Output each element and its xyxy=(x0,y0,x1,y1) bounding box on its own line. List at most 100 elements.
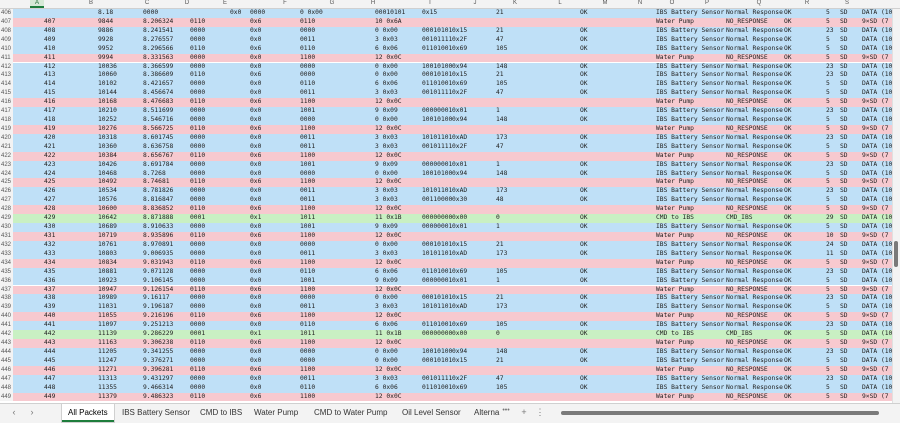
table-cell[interactable]: OK xyxy=(784,250,792,259)
table-cell[interactable]: 5 xyxy=(826,393,830,402)
table-cell[interactable]: 0110 xyxy=(190,259,205,268)
table-cell[interactable]: 0011 xyxy=(300,303,315,312)
table-cell[interactable]: 0000 xyxy=(190,134,205,143)
table-cell[interactable]: 422 xyxy=(44,152,55,161)
table-cell[interactable]: 5 xyxy=(826,45,830,54)
table-row[interactable]: 412 412 10036 8.366599 0000 0x0 0000 0 0x00 1001… xyxy=(0,62,893,72)
table-cell[interactable]: Normal Response xyxy=(726,268,783,277)
table-cell[interactable]: Normal Response xyxy=(726,161,783,170)
table-cell[interactable]: 409 xyxy=(44,36,55,45)
table-cell[interactable]: 8.636758 xyxy=(143,143,173,152)
table-cell[interactable]: 0000 xyxy=(190,54,205,63)
table-cell[interactable]: 0110 xyxy=(190,312,205,321)
table-cell[interactable]: OK xyxy=(784,205,792,214)
table-cell[interactable]: 412 xyxy=(44,63,55,72)
table-row[interactable]: 423 423 10426 8.691784 0000 0x0 1001 9 0x09 0000… xyxy=(0,160,893,170)
table-cell[interactable]: 10276 xyxy=(98,125,117,134)
table-cell[interactable]: 9×SD (7 xyxy=(862,54,889,63)
table-cell[interactable]: 00101111 xyxy=(422,143,452,152)
table-cell[interactable]: 47 xyxy=(496,36,504,45)
table-cell[interactable]: 0110 xyxy=(190,98,205,107)
table-row[interactable]: 436 436 10923 9.106145 0000 0x0 1001 9 0x09 0000… xyxy=(0,276,893,286)
table-cell[interactable]: 0x0 xyxy=(250,170,261,179)
table-cell[interactable]: OK xyxy=(784,259,792,268)
table-cell[interactable]: 0xAD xyxy=(452,187,467,196)
table-cell[interactable]: 0000 xyxy=(300,170,315,179)
table-row[interactable]: 408 408 9886 8.241541 0000 0x0 0000 0 0x00 00010… xyxy=(0,26,893,36)
table-cell[interactable]: 430 xyxy=(44,223,55,232)
table-cell[interactable]: 1011 xyxy=(300,214,315,223)
table-cell[interactable]: OK xyxy=(784,134,792,143)
table-cell[interactable]: 0x0 xyxy=(250,277,261,286)
table-cell[interactable]: SD xyxy=(840,116,848,125)
table-row[interactable]: 444 444 11205 9.341255 0000 0x0 0000 0 0x00 1001… xyxy=(0,347,893,357)
table-cell[interactable]: 0000 xyxy=(190,294,205,303)
table-cell[interactable]: 9×SD (7 xyxy=(862,286,889,295)
table-cell[interactable]: 5 xyxy=(826,89,830,98)
sheet-tab-all-packets[interactable]: All Packets xyxy=(62,404,114,422)
table-cell[interactable]: OK xyxy=(580,303,588,312)
table-cell[interactable]: DATA (10 xyxy=(862,36,892,45)
table-cell[interactable]: OK xyxy=(784,241,792,250)
table-cell[interactable]: 01101001 xyxy=(422,45,452,54)
table-cell[interactable]: 449 xyxy=(44,393,55,402)
table-cell[interactable]: 12 0x0C xyxy=(375,393,402,402)
table-cell[interactable]: SD xyxy=(840,152,848,161)
table-cell[interactable]: NO_RESPONSE xyxy=(726,205,768,214)
table-cell[interactable]: 23 xyxy=(826,187,834,196)
table-cell[interactable]: IBS Battery Sensor xyxy=(656,241,724,250)
table-cell[interactable]: 173 xyxy=(496,303,507,312)
table-cell[interactable]: OK xyxy=(784,277,792,286)
table-cell[interactable]: 10803 xyxy=(98,250,117,259)
column-header-o[interactable]: O xyxy=(665,0,679,6)
table-cell[interactable]: 8.691784 xyxy=(143,161,173,170)
table-cell[interactable]: Normal Response xyxy=(726,116,783,125)
table-cell[interactable]: OK xyxy=(784,384,792,393)
table-cell[interactable]: 0000 xyxy=(300,348,315,357)
column-header-f[interactable]: F xyxy=(278,0,292,6)
table-cell[interactable]: SD xyxy=(840,107,848,116)
table-cell[interactable]: DATA (10 xyxy=(862,143,892,152)
table-cell[interactable]: SD xyxy=(840,241,848,250)
table-cell[interactable]: IBS Battery Sensor xyxy=(656,384,724,393)
table-cell[interactable]: 0000 xyxy=(190,321,205,330)
table-cell[interactable]: OK xyxy=(784,187,792,196)
table-cell[interactable]: CMD to IBS xyxy=(656,330,694,339)
table-cell[interactable]: 421 xyxy=(44,143,55,152)
table-cell[interactable]: SD xyxy=(840,286,848,295)
column-header-h[interactable]: H xyxy=(366,0,380,6)
table-cell[interactable]: 0 0x00 xyxy=(375,71,398,80)
table-cell[interactable]: 1 xyxy=(496,161,500,170)
table-cell[interactable]: 9994 xyxy=(98,54,113,63)
column-header-p[interactable]: P xyxy=(700,0,714,6)
table-cell[interactable]: 12 0x0C xyxy=(375,339,402,348)
table-cell[interactable]: 23 xyxy=(826,71,834,80)
table-cell[interactable]: 12 0x0C xyxy=(375,259,402,268)
table-cell[interactable]: SD xyxy=(840,294,848,303)
table-row[interactable]: 407 407 9844 8.206324 0110 0x6 0110 10 0x6A Wate… xyxy=(0,17,893,27)
table-cell[interactable]: 9×SD (7 xyxy=(862,98,889,107)
table-cell[interactable]: 105 xyxy=(496,384,507,393)
table-cell[interactable]: 0110 xyxy=(300,321,315,330)
table-cell[interactable]: SD xyxy=(840,357,848,366)
table-cell[interactable]: 0000 xyxy=(190,143,205,152)
table-cell[interactable]: OK xyxy=(784,161,792,170)
table-cell[interactable]: 9.376271 xyxy=(143,357,173,366)
table-cell[interactable]: 0000 xyxy=(300,71,315,80)
table-cell[interactable]: 9 0x09 xyxy=(375,277,398,286)
table-cell[interactable]: 1001 xyxy=(300,277,315,286)
table-cell[interactable]: Normal Response xyxy=(726,294,783,303)
table-cell[interactable]: SD xyxy=(840,45,848,54)
table-cell[interactable]: 9.106145 xyxy=(143,277,173,286)
table-cell[interactable]: Normal Response xyxy=(726,384,783,393)
table-cell[interactable]: 0000 xyxy=(300,357,315,366)
table-cell[interactable]: 8.511699 xyxy=(143,107,173,116)
table-cell[interactable]: 10101101 xyxy=(422,250,452,259)
table-cell[interactable]: 0110 xyxy=(190,286,205,295)
table-cell[interactable]: 0000 xyxy=(190,187,205,196)
table-cell[interactable]: 23 xyxy=(826,348,834,357)
table-cell[interactable]: 0x0 xyxy=(250,134,261,143)
table-cell[interactable]: Water Pump xyxy=(656,205,694,214)
table-cell[interactable]: 0x6 xyxy=(250,232,261,241)
table-cell[interactable]: IBS Battery Sensor xyxy=(656,223,724,232)
